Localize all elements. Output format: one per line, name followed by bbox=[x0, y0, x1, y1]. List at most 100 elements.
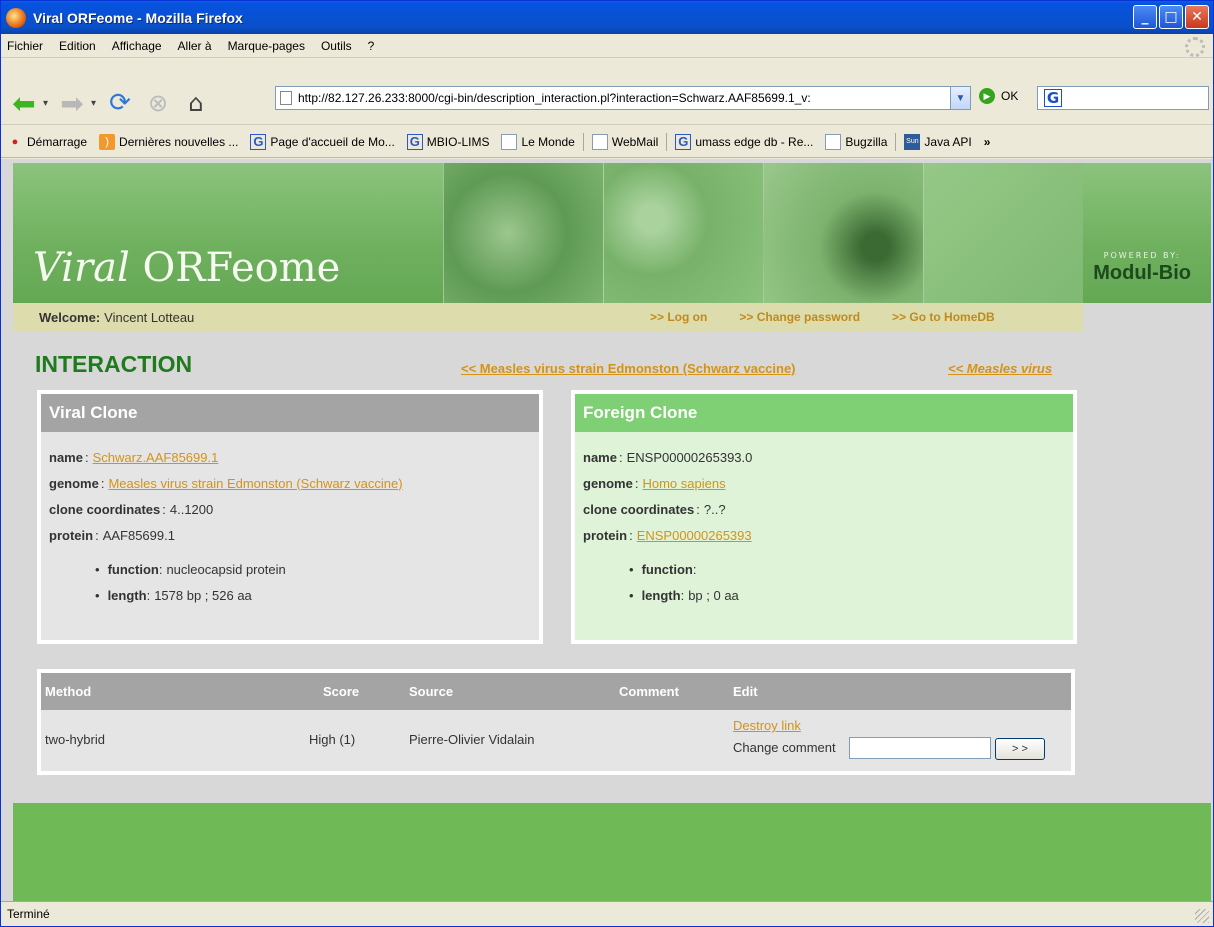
back-button[interactable]: ⬅ bbox=[5, 85, 43, 121]
viral-name-link[interactable]: Schwarz.AAF85699.1 bbox=[93, 450, 219, 465]
minimize-button[interactable]: _ bbox=[1133, 5, 1157, 29]
back-dropdown-icon[interactable]: ▾ bbox=[43, 98, 53, 109]
viral-length: 1578 bp ; 526 aa bbox=[154, 587, 252, 603]
col-method: Method bbox=[45, 684, 92, 699]
sun-icon: Sun bbox=[904, 133, 921, 150]
destroy-link[interactable]: Destroy link bbox=[733, 718, 801, 733]
powered-by-label: POWERED BY: bbox=[1103, 251, 1181, 260]
bookmark-mbio-lims[interactable]: G MBIO-LIMS bbox=[401, 133, 496, 150]
bookmark-webmail[interactable]: WebMail bbox=[586, 133, 664, 150]
protein-label: protein bbox=[49, 527, 94, 543]
bookmark-bugzilla[interactable]: Bugzilla bbox=[819, 133, 893, 150]
bookmark-demarrage[interactable]: ● Démarrage bbox=[1, 134, 93, 150]
menu-marque-pages[interactable]: Marque-pages bbox=[220, 39, 313, 53]
col-score: Score bbox=[323, 684, 360, 699]
change-password-link[interactable]: >> Change password bbox=[739, 310, 860, 324]
virus-link[interactable]: << Measles virus bbox=[948, 361, 1052, 376]
cell-method: two-hybrid bbox=[45, 732, 105, 747]
go-button[interactable]: ▶ OK bbox=[979, 88, 1018, 104]
reload-button[interactable]: ⟳ bbox=[101, 85, 139, 121]
bookmark-page-accueil[interactable]: G Page d'accueil de Mo... bbox=[244, 133, 400, 150]
menu-help[interactable]: ? bbox=[360, 39, 383, 53]
bookmark-label: Dernières nouvelles ... bbox=[119, 134, 239, 149]
bookmark-label: Page d'accueil de Mo... bbox=[270, 134, 395, 149]
genome-label: genome bbox=[583, 475, 633, 491]
strain-link[interactable]: << Measles virus strain Edmonston (Schwa… bbox=[461, 361, 796, 376]
welcome-user: Vincent Lotteau bbox=[104, 309, 195, 325]
function-label: function bbox=[641, 561, 693, 577]
page-footer bbox=[13, 803, 1211, 901]
col-comment: Comment bbox=[619, 684, 679, 699]
menu-aller[interactable]: Aller à bbox=[170, 39, 220, 53]
interaction-table: Method Score Source Comment Edit two-hyb… bbox=[37, 669, 1075, 775]
foreign-coords: ?..? bbox=[703, 501, 726, 517]
foreign-name: ENSP00000265393.0 bbox=[626, 449, 753, 465]
coords-label: clone coordinates bbox=[583, 501, 695, 517]
protein-label: protein bbox=[583, 527, 628, 543]
banner-image-cells bbox=[443, 163, 603, 303]
length-label: length bbox=[107, 587, 147, 603]
foreign-protein-link[interactable]: ENSP00000265393 bbox=[637, 528, 752, 543]
bookmark-umass[interactable]: Gumass edge db - Re... bbox=[669, 133, 819, 150]
powered-by: POWERED BY: Modul-Bio bbox=[1093, 251, 1191, 285]
menu-fichier[interactable]: Fichier bbox=[1, 39, 51, 53]
menu-affichage[interactable]: Affichage bbox=[104, 39, 170, 53]
close-button[interactable]: ✕ bbox=[1185, 5, 1209, 29]
menu-bar: Fichier Edition Affichage Aller à Marque… bbox=[1, 34, 1213, 58]
bookmarks-overflow-button[interactable]: » bbox=[978, 135, 997, 149]
bookmark-le-monde[interactable]: Le Monde bbox=[495, 133, 580, 150]
page-icon bbox=[825, 133, 842, 150]
col-source: Source bbox=[409, 684, 454, 699]
site-banner: Viral ORFeome POWERED BY: Modul-Bio bbox=[13, 163, 1211, 303]
window-title: Viral ORFeome - Mozilla Firefox bbox=[33, 9, 243, 26]
table-row: two-hybrid High (1) Pierre-Olivier Vidal… bbox=[41, 710, 1071, 771]
foreign-length: bp ; 0 aa bbox=[688, 587, 739, 603]
banner-image-tree bbox=[923, 163, 1083, 303]
foreign-genome-link[interactable]: Homo sapiens bbox=[642, 476, 725, 491]
google-icon: G bbox=[675, 133, 692, 150]
comment-input[interactable] bbox=[849, 737, 991, 759]
forward-button[interactable]: ➡ bbox=[53, 85, 91, 121]
bookmark-label: MBIO-LIMS bbox=[426, 134, 490, 149]
maximize-button[interactable]: □ bbox=[1159, 5, 1183, 29]
submit-comment-button[interactable]: > > bbox=[995, 738, 1045, 760]
banner-image-cells-dark bbox=[763, 163, 923, 303]
status-bar: Terminé bbox=[1, 901, 1213, 926]
banner-images bbox=[443, 163, 1083, 303]
stop-button[interactable]: ⊗ bbox=[139, 85, 177, 121]
bookmark-java-api[interactable]: Sun Java API bbox=[898, 133, 977, 150]
url-dropdown-icon[interactable]: ▼ bbox=[950, 87, 970, 109]
go-icon: ▶ bbox=[979, 88, 995, 104]
go-to-homedb-link[interactable]: >> Go to HomeDB bbox=[892, 310, 995, 324]
resize-grip-icon[interactable] bbox=[1195, 909, 1209, 923]
function-label: function bbox=[107, 561, 159, 577]
log-on-link[interactable]: >> Log on bbox=[650, 310, 707, 324]
change-comment-label: Change comment bbox=[733, 740, 836, 755]
title-bar: Viral ORFeome - Mozilla Firefox _ □ ✕ bbox=[1, 1, 1213, 34]
col-edit: Edit bbox=[733, 684, 758, 699]
menu-outils[interactable]: Outils bbox=[313, 39, 360, 53]
separator bbox=[582, 132, 584, 151]
rss-icon: ) bbox=[99, 133, 116, 150]
search-input[interactable]: G bbox=[1037, 86, 1209, 110]
browser-window: Viral ORFeome - Mozilla Firefox _ □ ✕ Fi… bbox=[0, 0, 1214, 927]
separator bbox=[666, 132, 668, 151]
bookmark-label: Bugzilla bbox=[845, 134, 888, 149]
home-button[interactable]: ⌂ bbox=[177, 85, 215, 121]
bookmark-label: WebMail bbox=[611, 134, 659, 149]
viral-genome-link[interactable]: Measles virus strain Edmonston (Schwarz … bbox=[108, 476, 402, 491]
menu-edition[interactable]: Edition bbox=[51, 39, 104, 53]
length-label: length bbox=[641, 587, 681, 603]
google-icon: G bbox=[1044, 89, 1062, 107]
page-icon bbox=[280, 91, 292, 105]
url-bar[interactable]: http://82.127.26.233:8000/cgi-bin/descri… bbox=[275, 86, 971, 110]
url-text[interactable]: http://82.127.26.233:8000/cgi-bin/descri… bbox=[298, 91, 811, 105]
foreign-clone-header: Foreign Clone bbox=[575, 394, 1073, 432]
forward-dropdown-icon[interactable]: ▾ bbox=[91, 98, 101, 109]
welcome-label: Welcome: bbox=[39, 309, 101, 325]
cell-source: Pierre-Olivier Vidalain bbox=[409, 732, 535, 747]
firefox-icon bbox=[6, 7, 26, 28]
viral-coords: 4..1200 bbox=[169, 501, 214, 517]
separator bbox=[895, 132, 897, 151]
bookmark-dernieres-nouvelles[interactable]: ) Dernières nouvelles ... bbox=[93, 133, 244, 150]
